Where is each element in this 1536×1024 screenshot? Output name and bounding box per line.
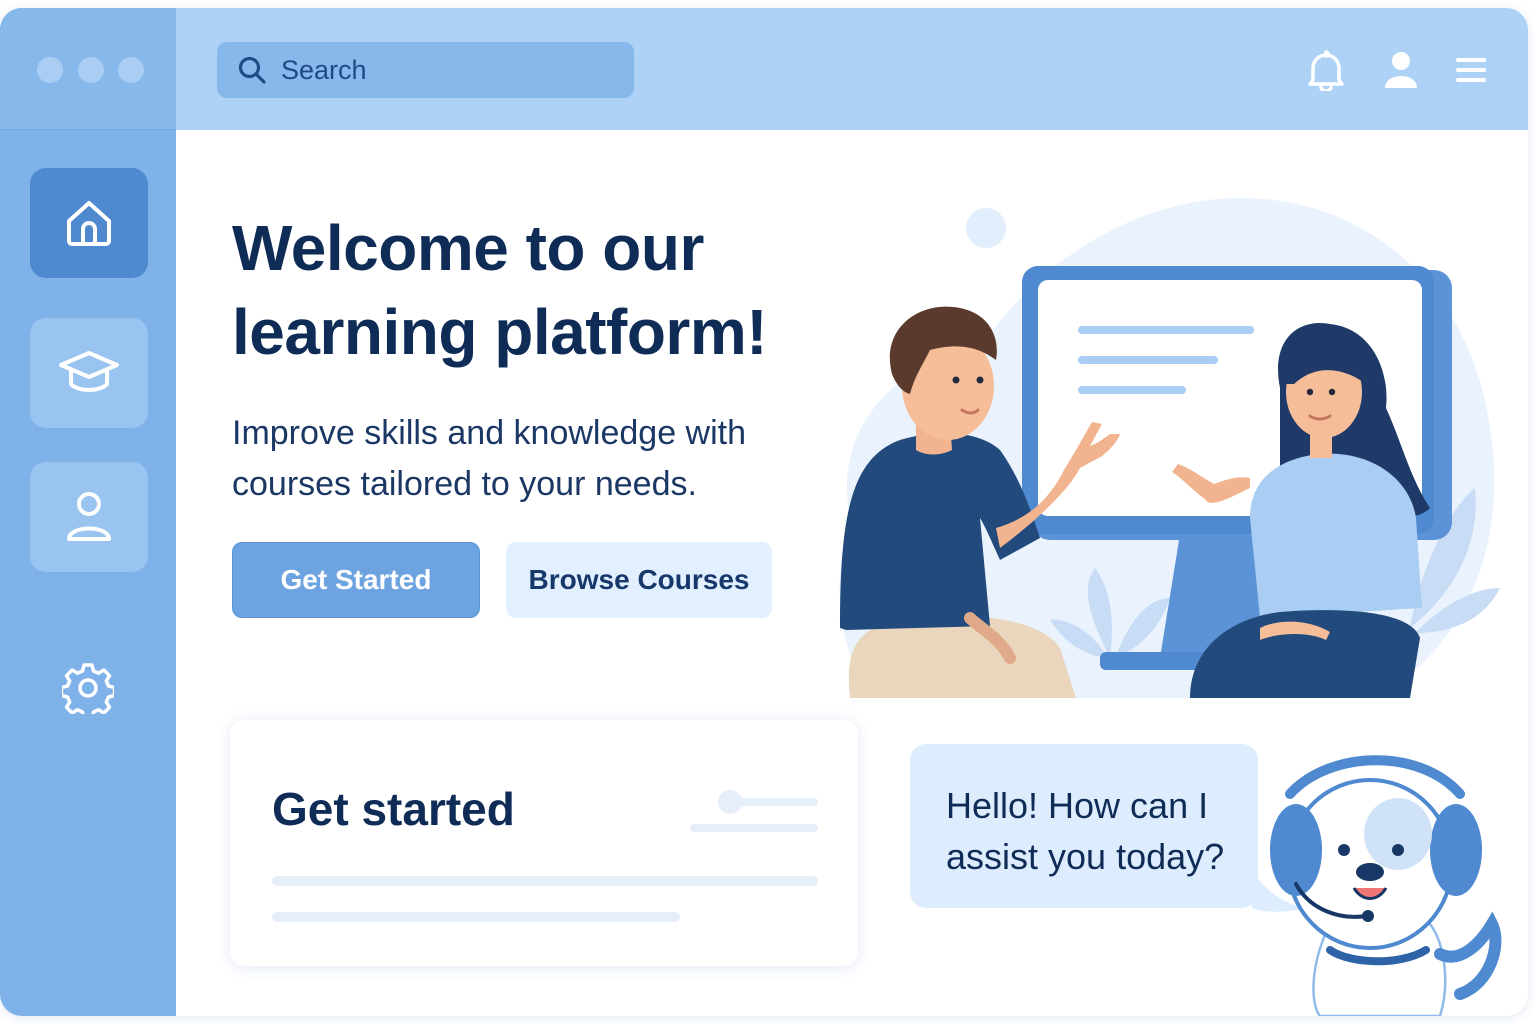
hamburger-menu-icon: [1456, 58, 1486, 82]
app-window: Search Welcome to our learning platform!: [0, 8, 1528, 1016]
sidebar-item-profile[interactable]: [30, 462, 148, 572]
card-slider-track: [730, 798, 818, 806]
search-bar[interactable]: Search: [217, 42, 634, 98]
card-slider-handle[interactable]: [718, 790, 742, 814]
hero-illustration: [839, 198, 1500, 698]
sidebar-item-courses[interactable]: [30, 318, 148, 428]
card-title: Get started: [272, 783, 515, 835]
user-icon: [67, 492, 111, 541]
card-placeholder-line: [690, 824, 818, 832]
window-dot-maximize[interactable]: [118, 57, 144, 83]
bell-icon: [1308, 50, 1344, 91]
notifications-button[interactable]: [1306, 50, 1346, 91]
card-placeholder-line: [272, 876, 818, 886]
sidebar: [0, 8, 176, 1016]
window-dot-close[interactable]: [37, 57, 63, 83]
window-controls: [0, 8, 176, 130]
browse-courses-button[interactable]: Browse Courses: [506, 542, 772, 618]
search-icon: [238, 56, 266, 84]
top-bar: Search: [176, 8, 1528, 130]
assistant-message: Hello! How can I assist you today?: [946, 785, 1225, 877]
page-title: Welcome to our learning platform!: [232, 212, 768, 368]
account-button[interactable]: [1381, 50, 1421, 90]
assistant-chat-bubble[interactable]: Hello! How can I assist you today?: [910, 744, 1258, 908]
user-icon: [1385, 52, 1417, 88]
menu-button[interactable]: [1451, 50, 1491, 90]
sidebar-item-home[interactable]: [30, 168, 148, 278]
get-started-button[interactable]: Get Started: [232, 542, 480, 618]
graduation-cap-icon: [59, 351, 119, 392]
window-dot-minimize[interactable]: [78, 57, 104, 83]
gear-icon: [62, 663, 114, 714]
sidebar-item-settings[interactable]: [58, 658, 118, 718]
page-subtitle: Improve skills and knowledge with course…: [232, 414, 747, 503]
get-started-card[interactable]: Get started: [230, 720, 858, 966]
dog-mascot-icon: [1270, 755, 1502, 1016]
home-icon: [67, 201, 111, 246]
search-input[interactable]: Search: [281, 55, 367, 86]
card-placeholder-line: [272, 912, 680, 922]
